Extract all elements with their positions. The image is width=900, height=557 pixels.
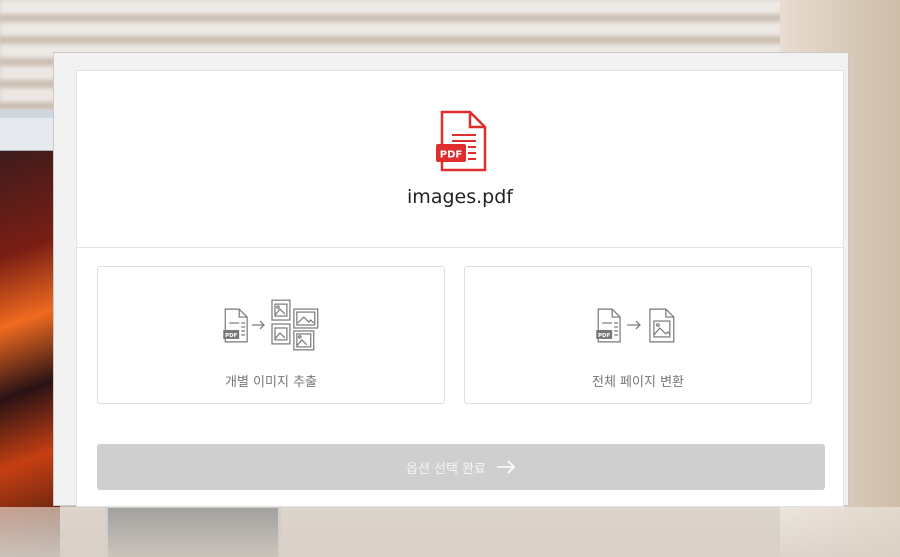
pdf-to-single-image-icon: PDF — [596, 308, 675, 343]
pdf-to-multiple-images-icon: PDF — [223, 299, 319, 351]
background-browser-bar — [0, 118, 55, 151]
option-convert-pages-label: 전체 페이지 변환 — [592, 375, 684, 390]
options-panel: PDF images.pdf PDF 개별 이미지 추출 PDF 전체 페이지 … — [76, 70, 844, 507]
pdf-badge-text: PDF — [440, 150, 462, 161]
option-extract-images[interactable]: PDF 개별 이미지 추출 — [97, 266, 445, 404]
svg-text:PDF: PDF — [598, 333, 611, 339]
svg-text:PDF: PDF — [225, 333, 238, 339]
pdf-file-icon: PDF — [436, 110, 487, 172]
complete-selection-label: 옵션 선택 완료 — [405, 461, 487, 477]
complete-selection-button[interactable]: 옵션 선택 완료 — [97, 444, 825, 490]
option-convert-pages[interactable]: PDF 전체 페이지 변환 — [464, 266, 812, 404]
convert-options-dialog: PDF images.pdf PDF 개별 이미지 추출 PDF 전체 페이지 … — [53, 52, 849, 507]
file-summary: PDF images.pdf — [77, 71, 843, 248]
option-extract-images-label: 개별 이미지 추출 — [225, 375, 317, 390]
arrow-right-icon — [497, 460, 516, 474]
background-monitor — [0, 110, 60, 557]
background-desk — [0, 507, 900, 557]
file-name: images.pdf — [407, 186, 513, 208]
